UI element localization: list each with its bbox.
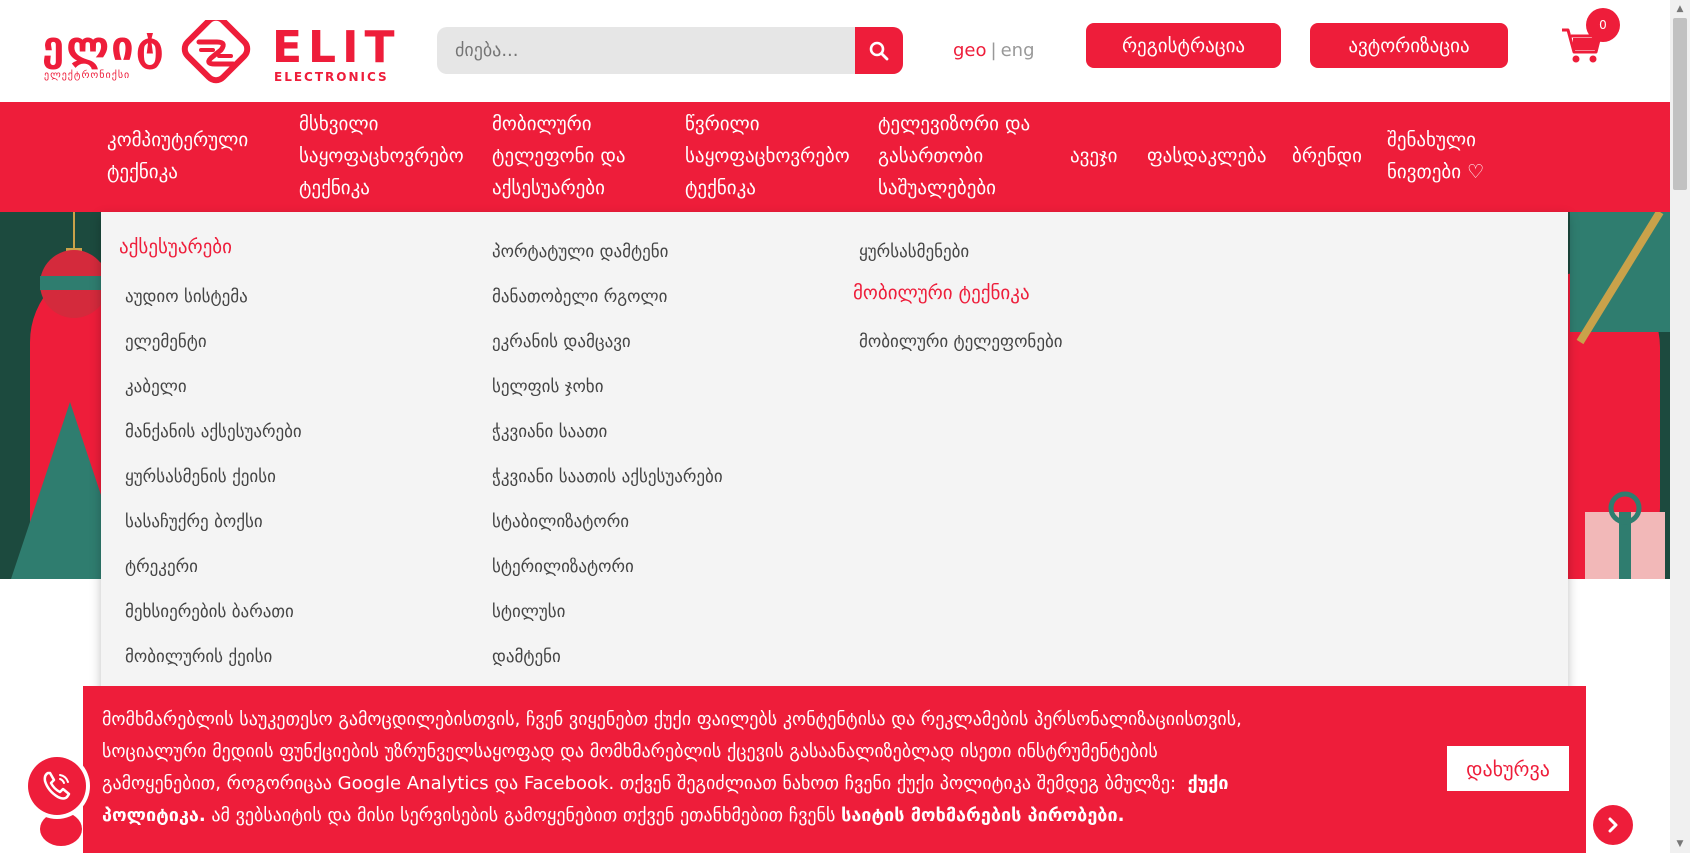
lang-eng-link[interactable]: eng <box>1001 40 1035 61</box>
nav-item-label: წვრილი <box>685 113 760 135</box>
gift-icon <box>1585 491 1665 579</box>
phone-button-shadow <box>40 812 82 846</box>
cookie-policy-link[interactable]: ქუქი <box>1188 773 1229 794</box>
nav-item-label: შენახული <box>1387 129 1476 151</box>
nav-item-label: საყოფაცხოვრებო <box>299 145 464 167</box>
call-button[interactable] <box>28 757 86 815</box>
nav-item-label: ტექნიკა <box>685 177 756 199</box>
logo-brand-name: ELIT <box>272 22 401 73</box>
main-navigation: კომპიუტერული ტექნიკა მსხვილი საყოფაცხოვრ… <box>0 102 1670 212</box>
login-button[interactable]: ავტორიზაცია <box>1310 23 1508 68</box>
nav-item-label: საყოფაცხოვრებო <box>685 145 850 167</box>
scrollbar-thumb[interactable] <box>1673 18 1687 190</box>
nav-item-label: გასართობი <box>878 145 984 167</box>
cookie-line: სოციალური მედიის ფუნქციების უზრუნველსაყო… <box>102 741 1158 762</box>
nav-item-large-appliances[interactable]: მსხვილი საყოფაცხოვრებო ტექნიკა <box>299 108 464 204</box>
nav-item-computer[interactable]: კომპიუტერული ტექნიკა <box>107 124 248 188</box>
mega-link[interactable]: სელფის ჯოხი <box>492 377 604 397</box>
mega-link[interactable]: კაბელი <box>125 377 187 397</box>
nav-item-saved[interactable]: შენახული ნივთები ♡ <box>1387 124 1484 188</box>
mega-link[interactable]: სტერილიზატორი <box>492 557 634 577</box>
nav-item-label: მობილური <box>492 113 592 135</box>
mega-link[interactable]: აუდიო სისტემა <box>125 287 248 307</box>
cookie-line: პოლიტიკა. ამ ვებსაიტის და მისი სერვისები… <box>102 800 1412 832</box>
mega-link[interactable]: ჭკვიანი საათის აქსესუარები <box>492 467 723 487</box>
phone-icon <box>43 771 71 800</box>
mega-link[interactable]: დამტენი <box>492 647 561 667</box>
mega-category-mobile-tech[interactable]: მობილური ტექნიკა <box>853 282 1030 304</box>
cookie-consent-bar: მომხმარებლის საუკეთესო გამოცდილებისთვის,… <box>83 686 1586 853</box>
nav-item-tv[interactable]: ტელევიზორი და გასართობი საშუალებები <box>878 108 1030 204</box>
site-header: ელიტ ელექტრონიქსი ELIT ELECTRONICS geo|e… <box>0 0 1670 102</box>
gift-icon <box>1570 212 1670 345</box>
mega-link[interactable]: ყურსასმენის ქეისი <box>125 467 276 487</box>
nav-item-label: აქსესუარები <box>492 177 605 199</box>
mega-link[interactable]: მანქანის აქსესუარები <box>125 422 302 442</box>
search-input[interactable] <box>437 27 855 74</box>
mega-link[interactable]: მობილურის ქეისი <box>125 647 272 667</box>
cookie-line: გამოყენებით, როგორიცაა Google Analytics … <box>102 768 1412 800</box>
cookie-line-text: ამ ვებსაიტის და მისი სერვისების გამოყენე… <box>211 805 836 826</box>
nav-item-label: ტელეფონი და <box>492 145 626 167</box>
scroll-up-arrow-icon[interactable]: ▲ <box>1670 0 1690 18</box>
mega-link[interactable]: მობილური ტელეფონები <box>859 332 1063 352</box>
nav-item-label: კომპიუტერული <box>107 129 249 151</box>
nav-item-label: ნივთები ♡ <box>1387 161 1485 183</box>
cookie-policy-link[interactable]: პოლიტიკა. <box>102 805 206 826</box>
register-button[interactable]: რეგისტრაცია <box>1086 23 1281 68</box>
search-button[interactable] <box>855 27 903 74</box>
nav-item-small-appliances[interactable]: წვრილი საყოფაცხოვრებო ტექნიკა <box>685 108 850 204</box>
mega-link[interactable]: მეხსიერების ბარათი <box>125 602 294 622</box>
nav-item-label: ტელევიზორი და <box>878 113 1031 135</box>
site-logo[interactable]: ელიტ ელექტრონიქსი ELIT ELECTRONICS <box>42 20 394 84</box>
lang-separator: | <box>990 40 997 61</box>
logo-georgian-subtext: ელექტრონიქსი <box>44 70 131 81</box>
mega-link[interactable]: მანათობელი რგოლი <box>492 287 667 307</box>
mega-link[interactable]: ეკრანის დამცავი <box>492 332 631 352</box>
cart-count-badge: 0 <box>1586 8 1620 42</box>
nav-item-label: მსხვილი <box>299 113 379 135</box>
nav-item-label: ტექნიკა <box>107 161 178 183</box>
mega-category-accessories[interactable]: აქსესუარები <box>119 236 232 258</box>
cookie-line-text: გამოყენებით, როგორიცაა Google Analytics … <box>102 773 1177 794</box>
nav-item-mobile[interactable]: მობილური ტელეფონი და აქსესუარები <box>492 108 626 204</box>
terms-link[interactable]: საიტის მოხმარების პირობები. <box>841 805 1124 826</box>
cookie-close-button[interactable]: დახურვა <box>1447 746 1569 791</box>
lang-geo-link[interactable]: geo <box>953 40 987 61</box>
nav-item-brand[interactable]: ბრენდი <box>1292 140 1362 172</box>
cookie-line: მომხმარებლის საუკეთესო გამოცდილებისთვის,… <box>102 709 1242 730</box>
logo-georgian-text: ელიტ <box>42 24 166 70</box>
page-scrollbar[interactable]: ▲ ▼ <box>1670 0 1690 853</box>
mega-link[interactable]: ელემენტი <box>125 332 207 352</box>
mega-link[interactable]: პორტატული დამტენი <box>492 242 668 262</box>
nav-item-label: საშუალებები <box>878 177 997 199</box>
mega-link[interactable]: სტილუსი <box>492 602 565 622</box>
mega-link[interactable]: ტრეკერი <box>125 557 198 577</box>
cookie-message: მომხმარებლის საუკეთესო გამოცდილებისთვის,… <box>102 704 1412 832</box>
logo-brand-sub: ELECTRONICS <box>274 70 389 84</box>
mega-link[interactable]: ჭკვიანი საათი <box>492 422 607 442</box>
nav-item-discount[interactable]: ფასდაკლება <box>1147 140 1267 172</box>
mega-menu-dropdown: აქსესუარები აუდიო სისტემა ელემენტი კაბელ… <box>101 212 1568 700</box>
language-switcher: geo | eng <box>953 40 1035 61</box>
logo-mark-icon <box>181 20 251 84</box>
nav-item-label: ტექნიკა <box>299 177 370 199</box>
mega-link[interactable]: სასაჩუქრე ბოქსი <box>125 512 263 532</box>
search-box <box>437 27 903 74</box>
scroll-down-arrow-icon[interactable]: ▼ <box>1670 835 1690 853</box>
search-icon <box>869 41 889 60</box>
scroll-next-button[interactable] <box>1593 805 1633 845</box>
mega-link[interactable]: ყურსასმენები <box>859 242 969 262</box>
chevron-right-icon <box>1608 817 1618 833</box>
mega-link[interactable]: სტაბილიზატორი <box>492 512 629 532</box>
nav-item-furniture[interactable]: ავეჯი <box>1070 140 1118 172</box>
